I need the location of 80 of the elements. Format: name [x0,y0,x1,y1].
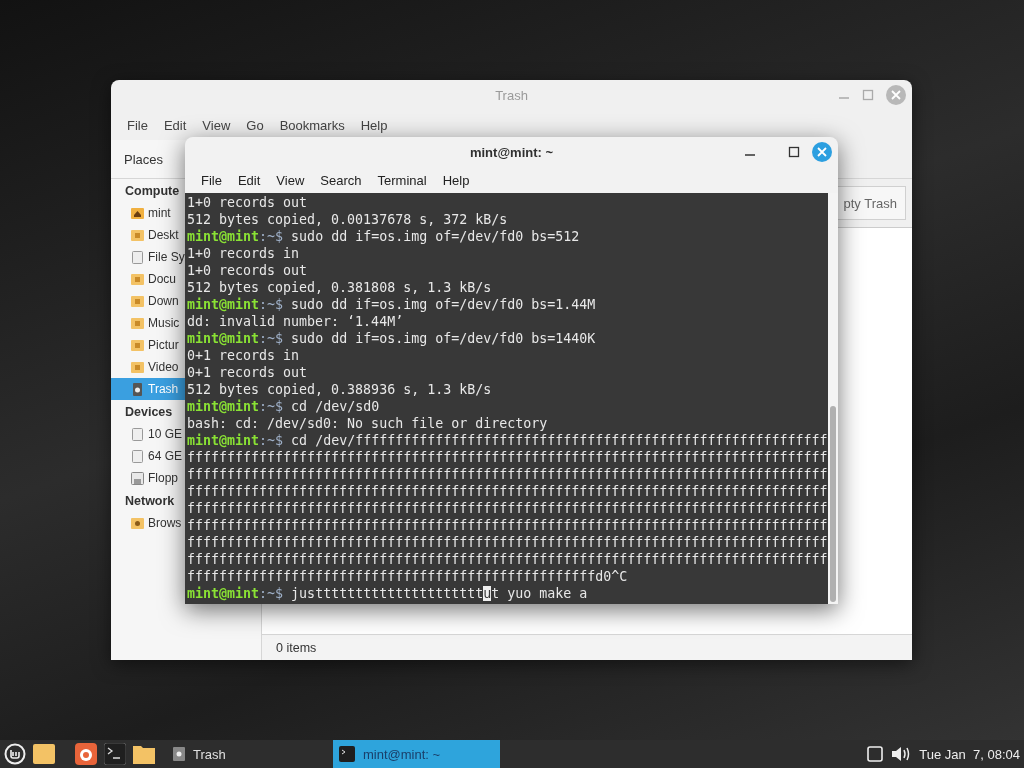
menu-item[interactable]: Search [312,172,370,188]
terminal-line: 1+0 records out [187,262,309,279]
volume-icon[interactable] [891,746,912,762]
network-icon [131,516,144,530]
sidebar-item[interactable]: Music [111,312,185,334]
drive-icon [131,427,144,441]
home-folder-icon [131,206,144,220]
sidebar-heading: Network [124,493,176,510]
menu-item[interactable]: Help [434,172,478,188]
terminal-line: ffffffffffffffffffffffffffffffffffffffffffffffffffffffffffffffffffffffffffffffff [187,517,828,534]
status-bar: 0 items [262,634,912,660]
terminal-line: 512 bytes copied, 0.388936 s, 1.3 kB/s [187,381,493,398]
window-title: mint@mint: ~ [469,144,554,160]
terminal-line: 0+1 records out [187,364,309,381]
empty-trash-button[interactable]: pty Trash [836,186,906,220]
folder-icon[interactable] [133,744,155,764]
terminal-line: ffffffffffffffffffffffffffffffffffffffffffffffffffffffffffffffffffffffffffffffff [187,466,828,483]
menu-item[interactable]: View [268,172,313,188]
close-icon[interactable] [812,142,832,162]
taskbar-window-button[interactable]: Trash [165,740,330,768]
terminal-line: mint@mint:~$ sudo dd if=os.img of=/dev/fd0 bs=1.44M [187,296,597,313]
drive-icon [131,250,144,264]
terminal-line: mint@mint:~$ cd /dev/fffffffffffffffffffffffffffffffffffffffffffffffffffffffffff [187,432,828,449]
menu-item[interactable]: File [119,117,156,133]
terminal-line: 512 bytes copied, 0.00137678 s, 372 kB/s [187,211,509,228]
sidebar-item[interactable]: Docu [111,268,185,290]
terminal-line: fffffffffffffffffffffffffffffffffffffffffffffffffffd0^C [187,568,629,585]
folder-icon [131,294,144,308]
folder-icon [131,316,144,330]
terminal-line: 1+0 records in [187,245,301,262]
sidebar-item[interactable]: File Sy [111,246,185,268]
sidebar-item[interactable]: Video [111,356,185,378]
folder-icon [131,272,144,286]
menu-item[interactable]: Terminal [369,172,435,188]
sidebar-item[interactable]: Flopp [111,467,185,489]
menu-item[interactable]: Bookmarks [271,117,353,133]
terminal-line: mint@mint:~$ sudo dd if=os.img of=/dev/fd0 bs=512 [187,228,581,245]
clock[interactable]: Tue Jan 7, 08:04 [919,746,1020,762]
sidebar-item[interactable]: 64 GE [111,445,185,467]
terminal-line: ffffffffffffffffffffffffffffffffffffffffffffffffffffffffffffffffffffffffffffffff [187,449,828,466]
sidebar-item[interactable]: Deskt [111,224,185,246]
browser-icon[interactable] [75,743,97,765]
floppy-icon [131,471,144,485]
terminal-line: 1+0 records out [187,194,309,211]
terminal-line: 512 bytes copied, 0.381808 s, 1.3 kB/s [187,279,493,296]
terminal-line: bash: cd: /dev/sd0: No such file or directory [187,415,549,432]
menu-item[interactable]: View [194,117,239,133]
sidebar-item[interactable]: mint [111,202,185,224]
scrollbar[interactable] [828,193,838,604]
sidebar-heading: Compute [124,183,181,200]
trash-icon [173,747,185,761]
sidebar-item[interactable]: Brows [111,512,185,534]
sidebar-item[interactable]: Pictur [111,334,185,356]
window-title: Trash [495,87,528,103]
terminal-line: 0+1 records in [187,347,301,364]
terminal-line: mint@mint:~$ sudo dd if=os.img of=/dev/fd0 bs=1440K [187,330,597,347]
trash-icon [131,382,144,396]
folder-icon [131,360,144,374]
folder-icon [131,338,144,352]
terminal-line: ffffffffffffffffffffffffffffffffffffffffffffffffffffffffffffffffffffffffffffffff [187,483,828,500]
terminal-line: ffffffffffffffffffffffffffffffffffffffffffffffffffffffffffffffffffffffffffffffff [187,534,828,551]
menu-logo-icon[interactable] [4,743,26,765]
drive-icon [131,449,144,463]
terminal-line: dd: invalid number: ‘1.44M’ [187,313,405,330]
sidebar-item[interactable]: Down [111,290,185,312]
sidebar-heading: Devices [124,404,174,421]
terminal-line: mint@mint:~$ cd /dev/sd0 [187,398,381,415]
terminal-icon [339,746,355,762]
window-icon[interactable] [867,746,884,762]
menu-item[interactable]: Help [352,117,396,133]
taskbar-window-button[interactable]: mint@mint: ~ [333,740,500,768]
menu-item[interactable]: Go [238,117,272,133]
terminal-line: ffffffffffffffffffffffffffffffffffffffffffffffffffffffffffffffffffffffffffffffff [187,500,828,517]
terminal-input-line[interactable]: mint@mint:~$ justttttttttttttttttttttut yuo make a [187,585,828,602]
sidebar-item[interactable]: 10 GE [111,423,185,445]
folder-icon [131,228,144,242]
terminal-line: ffffffffffffffffffffffffffffffffffffffffffffffffffffffffffffffffffffffffffffffff [187,551,828,568]
maximize-icon[interactable] [788,146,800,158]
menu-item[interactable]: Edit [155,117,195,133]
terminal-icon[interactable] [104,743,126,765]
